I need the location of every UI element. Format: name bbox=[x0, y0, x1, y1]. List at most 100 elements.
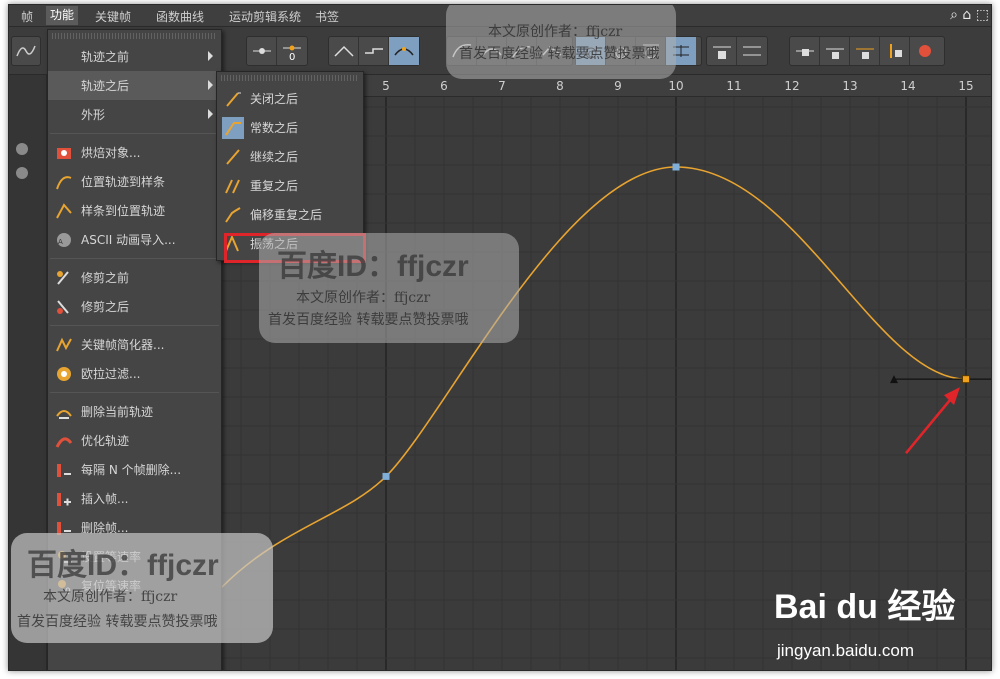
svg-text:A: A bbox=[58, 238, 63, 246]
menu-item[interactable]: 关键帧简化器... bbox=[48, 330, 221, 359]
key-reducer-icon bbox=[53, 334, 75, 356]
menu-separator bbox=[50, 133, 219, 134]
menu-functions[interactable]: 功能 bbox=[46, 6, 79, 25]
euler-filter-icon bbox=[53, 363, 75, 385]
submenu-arrow-icon bbox=[208, 80, 213, 90]
menu-item-label: 关闭之后 bbox=[250, 92, 299, 106]
watermark-top bbox=[446, 5, 676, 79]
menu-item-label: 欧拉过滤... bbox=[81, 367, 141, 381]
ruler-tick-label: 5 bbox=[382, 79, 390, 93]
menu-item[interactable]: 重复之后 bbox=[217, 171, 363, 200]
menu-bookmarks[interactable]: 书签 bbox=[315, 8, 339, 25]
toolbar-group-locks bbox=[789, 36, 945, 66]
ruler-tick-label: 7 bbox=[498, 79, 506, 93]
toolbar-group-keys: 0 bbox=[246, 36, 308, 66]
peak-key-icon[interactable]: 0 bbox=[277, 37, 307, 65]
spline-auto-icon[interactable] bbox=[389, 37, 419, 65]
menu-item-label: 重复之后 bbox=[250, 179, 299, 193]
menu-item[interactable]: 偏移重复之后 bbox=[217, 200, 363, 229]
annotation-arrow bbox=[904, 394, 956, 454]
menu-separator bbox=[50, 325, 219, 326]
lock-value-icon[interactable] bbox=[820, 37, 850, 65]
watermark-author-middle: 本文原创作者：ffjczr bbox=[296, 290, 431, 306]
keyframe-point bbox=[382, 472, 390, 480]
watermark-note-top: 首发百度经验 转载要点赞投票哦 bbox=[459, 46, 660, 62]
menu-keyframe[interactable]: 关键帧 bbox=[95, 8, 131, 25]
menu-item[interactable]: 关闭之后 bbox=[217, 84, 363, 113]
ruler-tick-label: 8 bbox=[556, 79, 564, 93]
watermark-author-top: 本文原创作者：ffjczr bbox=[488, 24, 623, 40]
repeat-after-icon bbox=[222, 175, 244, 197]
delete-every-n-icon bbox=[53, 459, 75, 481]
flatten-icon[interactable] bbox=[707, 37, 737, 65]
spline-to-track-icon bbox=[53, 200, 75, 222]
menu-item-label: 位置轨迹到样条 bbox=[81, 175, 166, 189]
menu-item-label: 轨迹之后 bbox=[81, 79, 130, 93]
ruler-tick-label: 10 bbox=[668, 79, 684, 93]
menu-motion-clip[interactable]: 运动剪辑系统 bbox=[229, 8, 301, 25]
keyframe-point bbox=[962, 375, 970, 384]
ease-key-icon[interactable] bbox=[359, 37, 389, 65]
menu-item-label: 常数之后 bbox=[250, 121, 299, 135]
menu-item[interactable]: 继续之后 bbox=[217, 142, 363, 171]
menu-grip[interactable] bbox=[52, 33, 217, 39]
menu-item[interactable]: 修剪之前 bbox=[48, 263, 221, 292]
menu-fcurve[interactable]: 函数曲线 bbox=[156, 8, 204, 25]
menu-item[interactable]: 删除当前轨迹 bbox=[48, 397, 221, 426]
menu-item[interactable]: A ASCII 动画导入... bbox=[48, 225, 221, 254]
ruler-tick-label: 6 bbox=[440, 79, 448, 93]
menu-item-label: 烘焙对象... bbox=[81, 146, 141, 160]
off-after-icon bbox=[222, 88, 244, 110]
lock-length-icon[interactable] bbox=[880, 37, 910, 65]
submenu-arrow-icon bbox=[208, 51, 213, 61]
bake-icon bbox=[53, 142, 75, 164]
menu-item-label: 偏移重复之后 bbox=[250, 208, 323, 222]
watermark-author-bottom: 本文原创作者：ffjczr bbox=[43, 589, 178, 605]
align-icon[interactable] bbox=[737, 37, 767, 65]
panel-dot[interactable] bbox=[16, 167, 28, 179]
ruler-tick-label: 12 bbox=[784, 79, 800, 93]
menu-item[interactable]: 修剪之后 bbox=[48, 292, 221, 321]
delete-track-icon bbox=[53, 401, 75, 423]
watermark-id-middle: 百度ID：ffjczr bbox=[277, 250, 469, 283]
menu-frame[interactable]: 帧 bbox=[21, 8, 33, 25]
snap-icon[interactable] bbox=[12, 37, 40, 65]
ruler-tick-label: 11 bbox=[726, 79, 742, 93]
menu-item[interactable]: 位置轨迹到样条 bbox=[48, 167, 221, 196]
menu-item[interactable]: 外形 bbox=[48, 100, 221, 129]
constant-after-icon bbox=[222, 116, 244, 139]
menu-item[interactable]: 轨迹之前 bbox=[48, 42, 221, 71]
menu-item[interactable]: 插入帧... bbox=[48, 484, 221, 513]
menu-item-label: 关键帧简化器... bbox=[81, 338, 165, 352]
menu-item[interactable]: 烘焙对象... bbox=[48, 138, 221, 167]
watermark-id-bottom: 百度ID：ffjczr bbox=[27, 549, 219, 582]
menu-separator bbox=[50, 392, 219, 393]
step-key-icon[interactable] bbox=[329, 37, 359, 65]
menu-item[interactable]: 轨迹之后 bbox=[48, 71, 221, 100]
ruler-tick-label: 15 bbox=[958, 79, 974, 93]
menu-item[interactable]: 每隔 N 个帧删除... bbox=[48, 455, 221, 484]
menu-item[interactable]: 欧拉过滤... bbox=[48, 359, 221, 388]
menu-item-label: 修剪之后 bbox=[81, 300, 130, 314]
menu-separator bbox=[50, 258, 219, 259]
track-to-spline-icon bbox=[53, 171, 75, 193]
menu-grip[interactable] bbox=[221, 75, 359, 81]
key-zero-icon[interactable] bbox=[247, 37, 277, 65]
submenu-arrow-icon bbox=[208, 109, 213, 119]
lock-angle-icon[interactable] bbox=[850, 37, 880, 65]
menu-item-label: 继续之后 bbox=[250, 150, 299, 164]
tangent-lock-icon[interactable] bbox=[910, 37, 940, 65]
baidu-logo: Bai du 经验 bbox=[774, 588, 956, 626]
menu-item[interactable]: 优化轨迹 bbox=[48, 426, 221, 455]
svg-text:0: 0 bbox=[289, 52, 295, 61]
menu-item[interactable]: 样条到位置轨迹 bbox=[48, 196, 221, 225]
application-window: 帧 功能 关键帧 函数曲线 运动剪辑系统 书签 ⌕ ⌂ ⬚ 0 0 0 bbox=[8, 4, 992, 671]
menu-item[interactable]: 常数之后 bbox=[217, 113, 363, 142]
panel-dot[interactable] bbox=[16, 143, 28, 155]
toolbar-group-extra bbox=[706, 36, 768, 66]
watermark-note-bottom: 首发百度经验 转载要点赞投票哦 bbox=[17, 614, 218, 630]
lock-time-icon[interactable] bbox=[790, 37, 820, 65]
search-icon[interactable]: ⌕ ⌂ ⬚ bbox=[950, 7, 989, 23]
optimize-track-icon bbox=[53, 430, 75, 452]
keyframe-point bbox=[672, 163, 680, 171]
